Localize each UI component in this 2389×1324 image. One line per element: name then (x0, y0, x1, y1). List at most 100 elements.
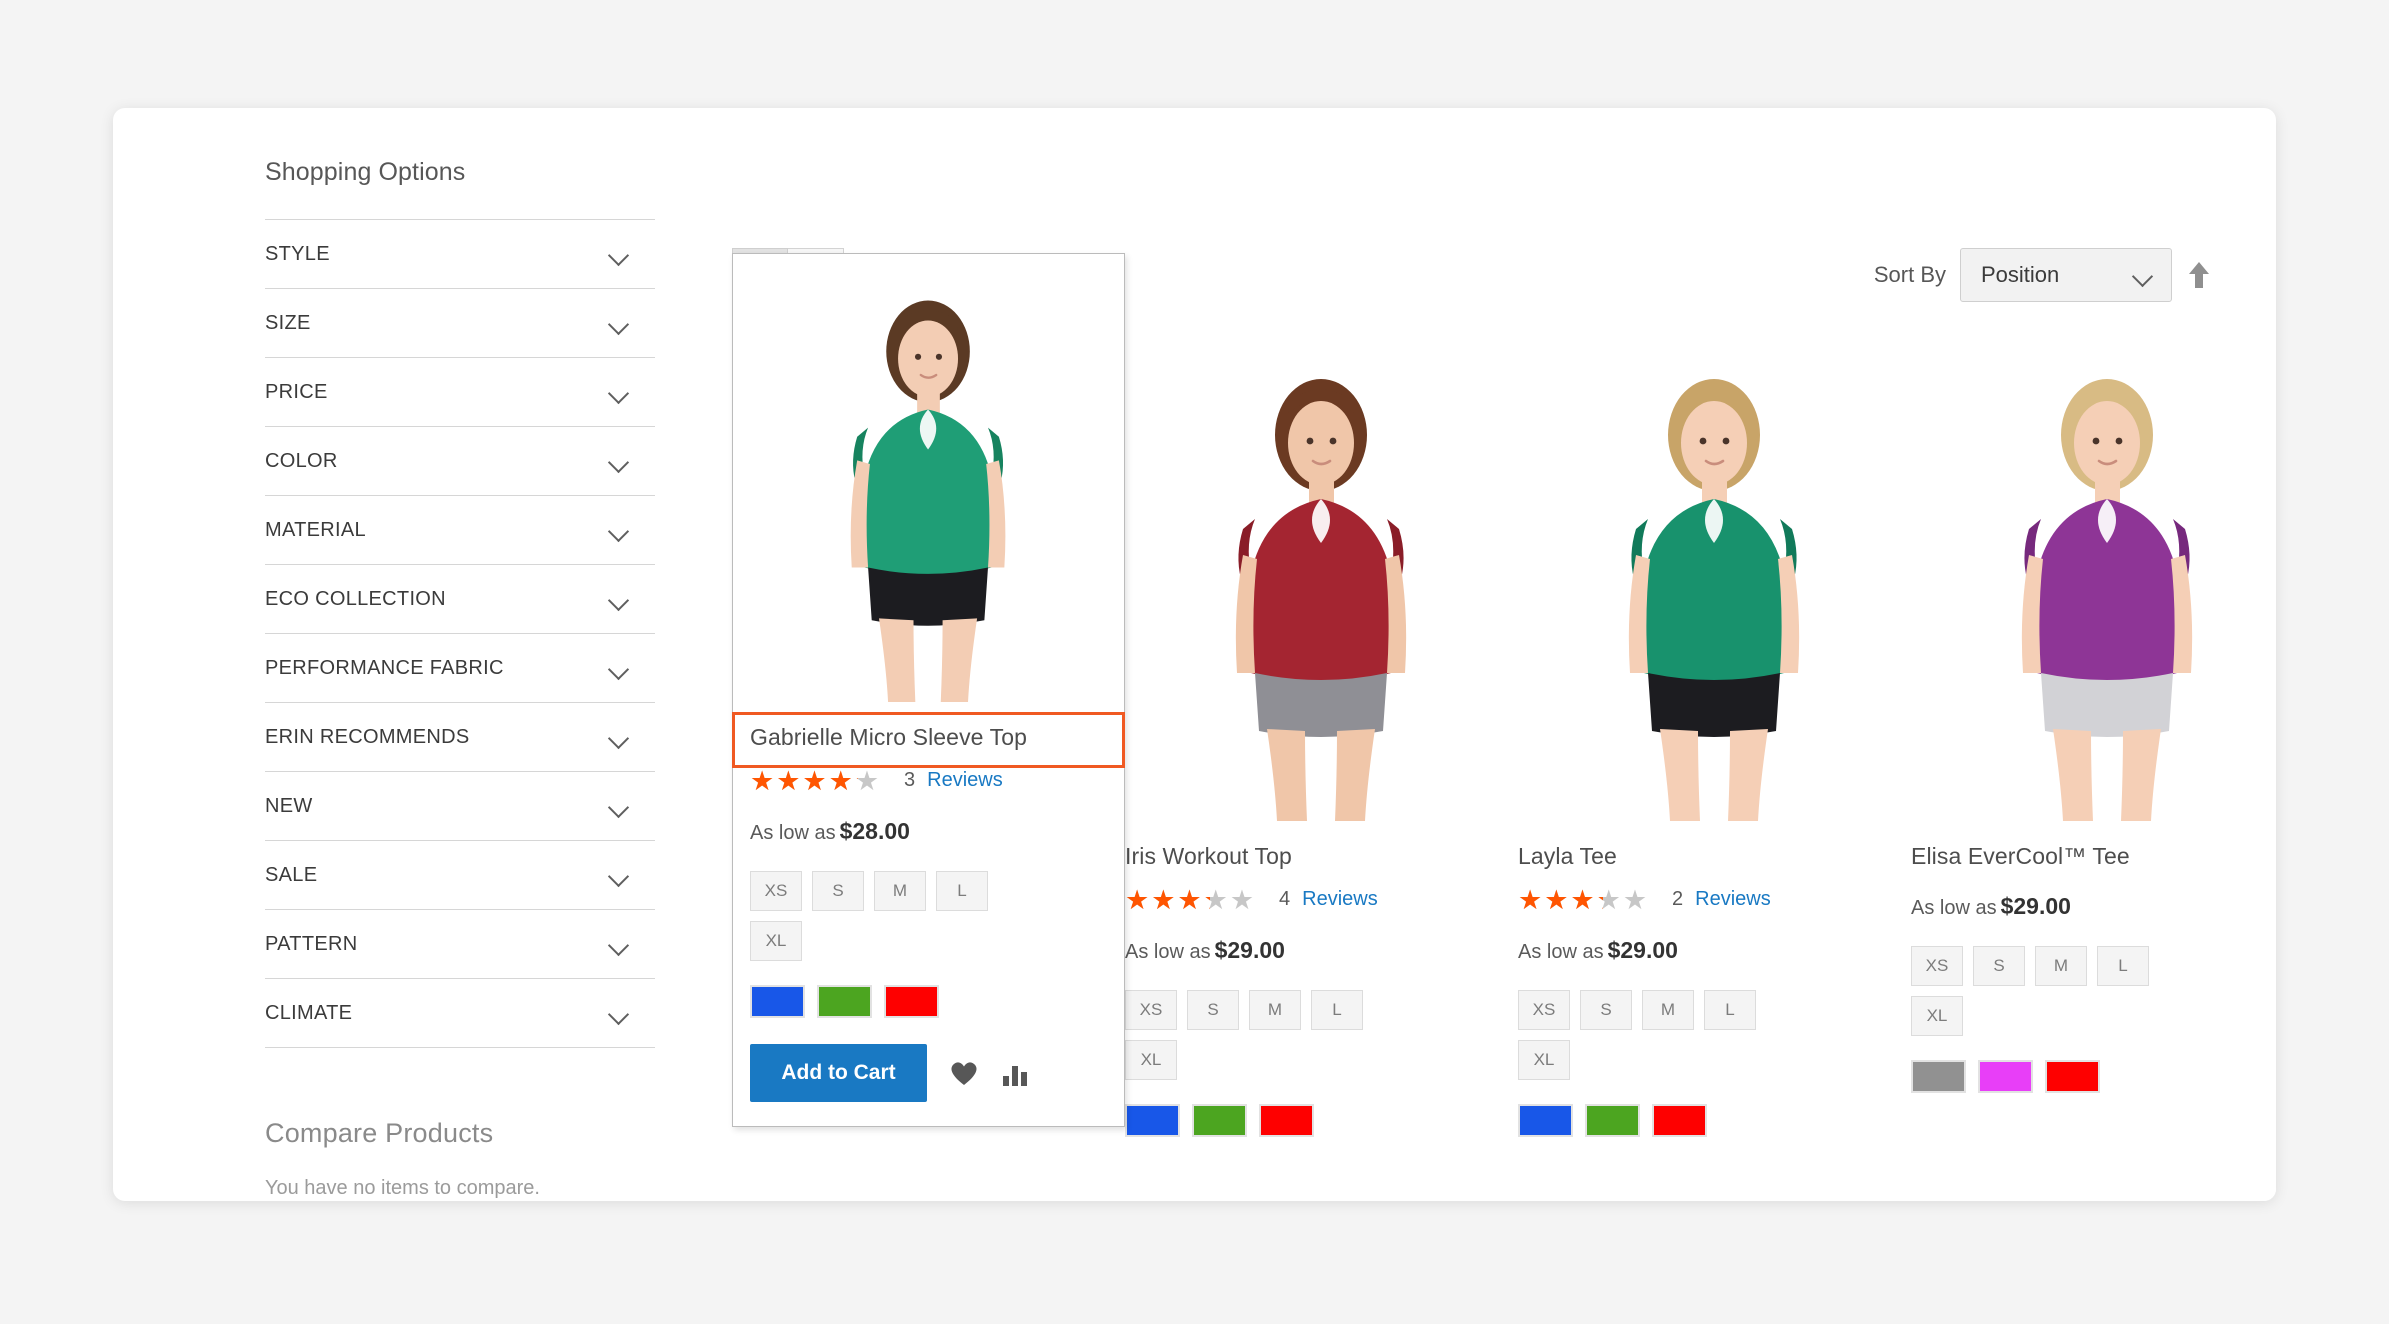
filter-item-sale[interactable]: SALE (265, 841, 655, 910)
size-swatch-xl[interactable]: XL (1911, 995, 1963, 1036)
chevron-down-icon (609, 524, 631, 537)
product-name[interactable]: Iris Workout Top (1125, 843, 1518, 871)
size-swatch-xs[interactable]: XS (1911, 945, 1963, 986)
reviews-link[interactable]: Reviews (927, 769, 1003, 792)
product-image[interactable] (1911, 343, 2276, 821)
size-swatch-s[interactable]: S (812, 870, 864, 911)
filter-label: NEW (265, 794, 313, 817)
filter-item-new[interactable]: NEW (265, 772, 655, 841)
filter-label: PATTERN (265, 932, 358, 955)
product-actions: Add to Cart (750, 1043, 1107, 1102)
filter-item-style[interactable]: STYLE (265, 220, 655, 289)
filter-label: ECO COLLECTION (265, 587, 446, 610)
arrow-up-icon (2189, 262, 2209, 288)
add-to-cart-button[interactable]: Add to Cart (750, 1043, 927, 1102)
filter-item-erin-recommends[interactable]: ERIN RECOMMENDS (265, 703, 655, 772)
size-swatch-l[interactable]: L (936, 870, 988, 911)
product-card[interactable]: Iris Workout Top ★★★★★★★★★★ 4 Reviews As low… (1125, 343, 1518, 1147)
product-image[interactable] (1518, 343, 1911, 821)
color-swatch[interactable] (1911, 1059, 1966, 1093)
sort-by-value: Position (1981, 262, 2060, 287)
compare-products-title: Compare Products (265, 1118, 494, 1148)
size-swatch-m[interactable]: M (1249, 989, 1301, 1030)
size-swatch-xl[interactable]: XL (1518, 1039, 1570, 1080)
product-name[interactable]: Elisa EverCool™ Tee (1911, 843, 2276, 871)
product-grid: Gabrielle Micro Sleeve Top ★★★★★★★★★★ 3 Rev… (732, 253, 2276, 1147)
color-swatch[interactable] (884, 984, 939, 1018)
filter-item-climate[interactable]: CLIMATE (265, 979, 655, 1048)
size-swatch-xl[interactable]: XL (1125, 1039, 1177, 1080)
size-swatch-xs[interactable]: XS (750, 870, 802, 911)
size-swatch-xl[interactable]: XL (750, 920, 802, 961)
size-swatch-l[interactable]: L (1311, 989, 1363, 1030)
product-price: As low as $28.00 (750, 818, 1107, 845)
color-swatch[interactable] (1125, 1103, 1180, 1137)
filter-label: CLIMATE (265, 1001, 353, 1024)
product-card-partial[interactable] (1125, 1153, 1518, 1201)
filter-item-price[interactable]: PRICE (265, 358, 655, 427)
color-swatch[interactable] (1518, 1103, 1573, 1137)
product-card[interactable]: Gabrielle Micro Sleeve Top ★★★★★★★★★★ 3 Rev… (732, 253, 1125, 1127)
product-card-partial[interactable] (1518, 1153, 1911, 1201)
filter-list: STYLE SIZE PRICE COLOR MATERIAL ECO COLLECTIO… (265, 219, 655, 1048)
size-swatch-m[interactable]: M (874, 870, 926, 911)
product-photo (1911, 343, 2276, 821)
product-rating[interactable]: ★★★★★★★★★★ 3 Reviews (750, 766, 1107, 796)
product-card-partial[interactable] (732, 1153, 1125, 1201)
filter-item-color[interactable]: COLOR (265, 427, 655, 496)
color-swatch-group (1911, 1059, 2276, 1093)
color-swatch[interactable] (1192, 1103, 1247, 1137)
product-name[interactable]: Layla Tee (1518, 843, 1911, 871)
product-image[interactable] (1125, 343, 1518, 821)
size-swatch-m[interactable]: M (1642, 989, 1694, 1030)
size-swatch-s[interactable]: S (1187, 989, 1239, 1030)
filter-item-pattern[interactable]: PATTERN (265, 910, 655, 979)
product-name[interactable]: Gabrielle Micro Sleeve Top (750, 724, 1107, 752)
chevron-down-icon (609, 938, 631, 951)
sort-by-select[interactable]: Position (1960, 248, 2172, 302)
reviews-link[interactable]: Reviews (1302, 888, 1378, 911)
price-amount: $29.00 (1607, 936, 1678, 963)
product-price: As low as $29.00 (1518, 937, 1911, 964)
color-swatch[interactable] (1978, 1059, 2033, 1093)
filter-item-eco-collection[interactable]: ECO COLLECTION (265, 565, 655, 634)
heart-icon[interactable] (949, 1059, 979, 1087)
price-prefix: As low as (1911, 896, 1997, 919)
sort-controls: Sort By Position (1874, 248, 2212, 302)
product-photo (1518, 343, 1911, 821)
price-prefix: As low as (1125, 940, 1211, 963)
size-swatch-xs[interactable]: XS (1518, 989, 1570, 1030)
product-card[interactable]: Elisa EverCool™ Tee As low as $29.00 XS S M L X… (1911, 343, 2276, 1147)
filter-item-performance-fabric[interactable]: PERFORMANCE FABRIC (265, 634, 655, 703)
product-photo-partial (1518, 1153, 1911, 1201)
sort-by-label: Sort By (1873, 262, 1946, 287)
product-card[interactable]: Layla Tee ★★★★★★★★★★ 2 Reviews As low as$29.… (1518, 343, 1911, 1147)
size-swatch-l[interactable]: L (2097, 945, 2149, 986)
product-image[interactable] (750, 254, 1107, 702)
color-swatch[interactable] (2045, 1059, 2100, 1093)
color-swatch[interactable] (1585, 1103, 1640, 1137)
filter-item-material[interactable]: MATERIAL (265, 496, 655, 565)
sort-direction-button[interactable] (2186, 260, 2212, 290)
size-swatch-s[interactable]: S (1973, 945, 2025, 986)
bar-chart-icon[interactable] (1001, 1060, 1029, 1086)
chevron-down-icon (609, 248, 631, 261)
product-card-partial[interactable] (1911, 1153, 2276, 1201)
color-swatch[interactable] (1652, 1103, 1707, 1137)
product-photo (1125, 343, 1518, 821)
size-swatch-l[interactable]: L (1704, 989, 1756, 1030)
size-swatch-group: XS S M L XL (750, 870, 1040, 961)
price-amount: $29.00 (2000, 892, 2071, 919)
size-swatch-m[interactable]: M (2035, 945, 2087, 986)
product-rating[interactable]: ★★★★★★★★★★ 4 Reviews (1125, 885, 1518, 915)
size-swatch-xs[interactable]: XS (1125, 989, 1177, 1030)
shopping-options-sidebar: Shopping Options STYLE SIZE PRICE COLOR MATE… (265, 108, 655, 1201)
color-swatch[interactable] (817, 984, 872, 1018)
reviews-link[interactable]: Reviews (1695, 888, 1771, 911)
color-swatch[interactable] (750, 984, 805, 1018)
size-swatch-s[interactable]: S (1580, 989, 1632, 1030)
product-rating[interactable]: ★★★★★★★★★★ 2 Reviews (1518, 885, 1911, 915)
review-count: 3 (904, 769, 916, 792)
filter-item-size[interactable]: SIZE (265, 289, 655, 358)
color-swatch[interactable] (1259, 1103, 1314, 1137)
